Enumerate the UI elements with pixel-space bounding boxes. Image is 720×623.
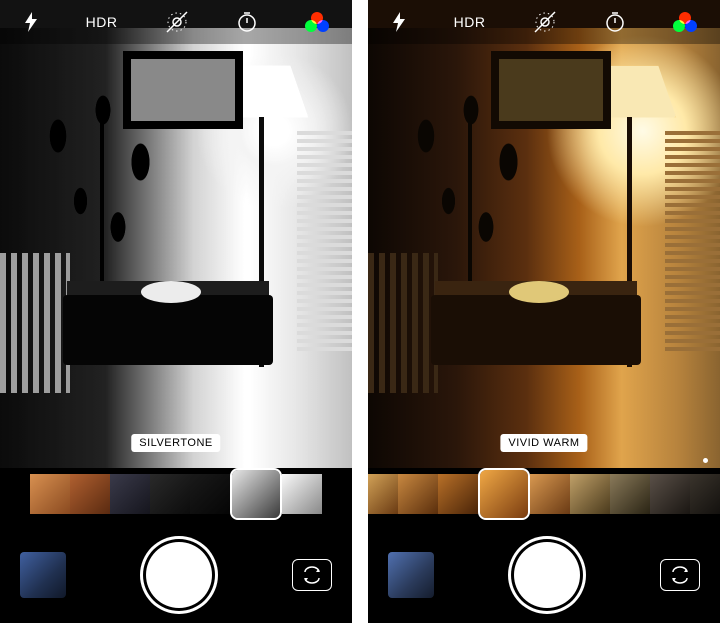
filter-thumb[interactable] [282, 474, 322, 514]
filter-thumb[interactable] [690, 474, 720, 514]
timer-icon[interactable] [604, 11, 626, 33]
flash-icon[interactable] [391, 12, 407, 32]
filter-thumb[interactable] [30, 474, 70, 514]
camera-swap-button[interactable] [660, 559, 700, 591]
timer-icon[interactable] [236, 11, 258, 33]
table [431, 295, 641, 365]
scene-preview [368, 0, 720, 468]
filter-thumb-selected[interactable] [480, 470, 528, 518]
filter-name-label: SILVERTONE [131, 434, 220, 452]
filter-thumb[interactable] [570, 474, 610, 514]
window-blinds [297, 131, 352, 351]
top-toolbar: HDR [368, 0, 720, 44]
shutter-button[interactable] [146, 542, 212, 608]
radiator [0, 253, 70, 393]
filter-thumbnails[interactable] [368, 474, 720, 528]
camera-screen-silvertone: HDR SILVERTONE [0, 0, 352, 623]
live-photo-icon[interactable] [164, 9, 190, 35]
camera-swap-button[interactable] [292, 559, 332, 591]
last-photo-thumbnail[interactable] [20, 552, 66, 598]
disc-object [509, 281, 569, 303]
bottom-toolbar [0, 535, 352, 623]
flash-icon[interactable] [23, 12, 39, 32]
filter-thumb[interactable] [438, 474, 478, 514]
viewfinder[interactable] [368, 0, 720, 468]
filter-thumb[interactable] [190, 474, 230, 514]
filter-thumb[interactable] [650, 474, 690, 514]
page-indicator-dot [703, 458, 708, 463]
filter-thumb[interactable] [610, 474, 650, 514]
filter-thumb-selected[interactable] [232, 470, 280, 518]
filter-name-label: VIVID WARM [500, 434, 587, 452]
filter-thumb[interactable] [70, 474, 110, 514]
filter-thumb[interactable] [150, 474, 190, 514]
scene-preview [0, 0, 352, 468]
viewfinder[interactable] [0, 0, 352, 468]
window-blinds [665, 131, 720, 351]
shutter-button[interactable] [514, 542, 580, 608]
filter-thumb[interactable] [110, 474, 150, 514]
filters-icon[interactable] [305, 12, 329, 32]
hdr-toggle[interactable]: HDR [454, 14, 486, 30]
filter-thumb[interactable] [398, 474, 438, 514]
top-toolbar: HDR [0, 0, 352, 44]
radiator [368, 253, 438, 393]
last-photo-thumbnail[interactable] [388, 552, 434, 598]
live-photo-icon[interactable] [532, 9, 558, 35]
hdr-toggle[interactable]: HDR [86, 14, 118, 30]
filters-icon[interactable] [673, 12, 697, 32]
disc-object [141, 281, 201, 303]
table [63, 295, 273, 365]
filter-thumb[interactable] [368, 474, 398, 514]
filter-thumbnails[interactable] [0, 474, 352, 528]
bottom-toolbar [368, 535, 720, 623]
camera-screen-vivid-warm: HDR VIVID WARM [368, 0, 720, 623]
filter-thumb[interactable] [530, 474, 570, 514]
